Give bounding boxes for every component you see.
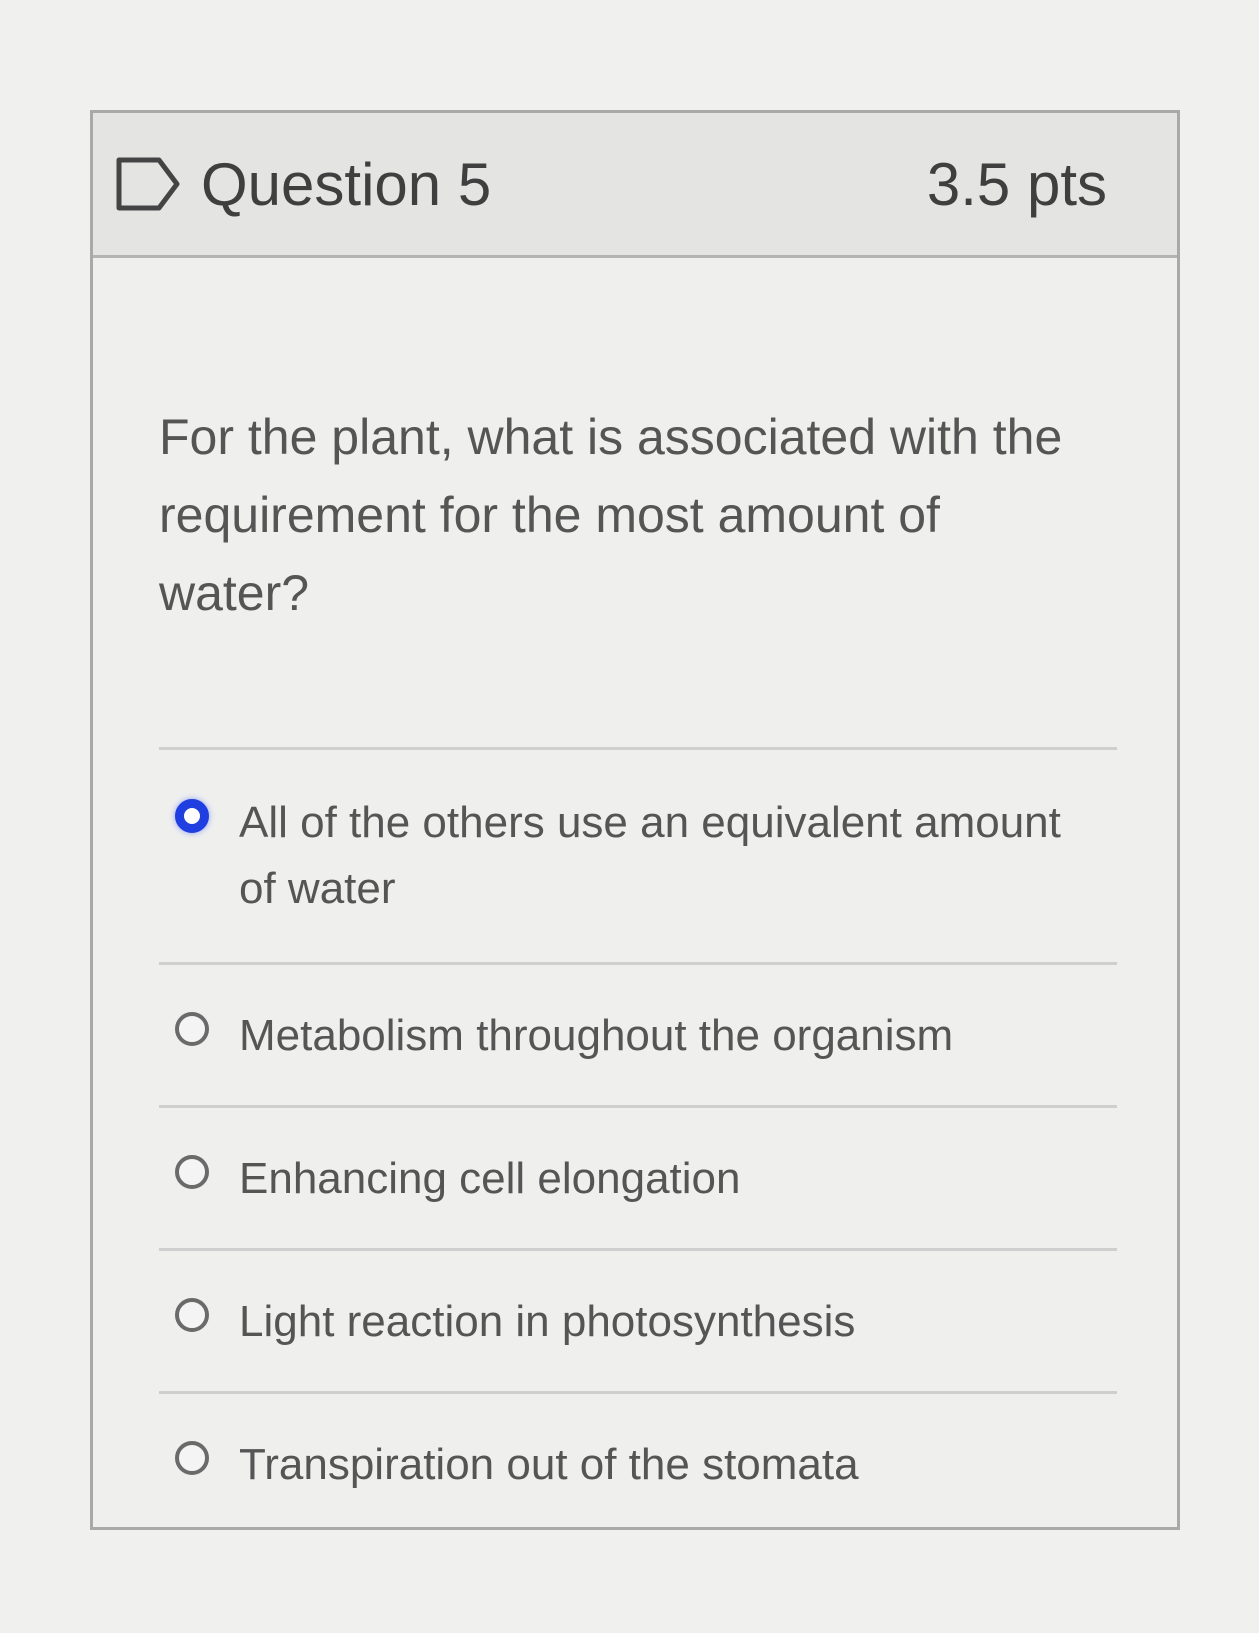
flag-outline-icon[interactable] (115, 156, 181, 212)
radio-unselected-icon[interactable] (175, 1298, 209, 1332)
radio-unselected-icon[interactable] (175, 1155, 209, 1189)
question-card: Question 5 3.5 pts For the plant, what i… (90, 110, 1180, 1530)
question-points: 3.5 pts (926, 150, 1107, 218)
answer-label[interactable]: Metabolism throughout the organism (239, 1003, 953, 1069)
radio-selected-icon[interactable] (175, 799, 209, 833)
answer-list: All of the others use an equivalent amou… (159, 747, 1117, 1534)
answer-label[interactable]: All of the others use an equivalent amou… (239, 790, 1097, 922)
answer-label[interactable]: Transpiration out of the stomata (239, 1432, 859, 1498)
question-body: For the plant, what is associated with t… (93, 258, 1177, 1534)
answer-label[interactable]: Light reaction in photosynthesis (239, 1289, 855, 1355)
radio-unselected-icon[interactable] (175, 1012, 209, 1046)
question-header: Question 5 3.5 pts (93, 113, 1177, 258)
answer-label[interactable]: Enhancing cell elongation (239, 1146, 741, 1212)
question-text: For the plant, what is associated with t… (159, 409, 1063, 621)
answer-option[interactable]: Light reaction in photosynthesis (159, 1251, 1117, 1394)
answer-option[interactable]: Metabolism throughout the organism (159, 965, 1117, 1108)
answer-option[interactable]: Enhancing cell elongation (159, 1108, 1117, 1251)
answer-option[interactable]: All of the others use an equivalent amou… (159, 750, 1117, 965)
radio-unselected-icon[interactable] (175, 1441, 209, 1475)
answer-option[interactable]: Transpiration out of the stomata (159, 1394, 1117, 1534)
question-title: Question 5 (201, 150, 492, 218)
